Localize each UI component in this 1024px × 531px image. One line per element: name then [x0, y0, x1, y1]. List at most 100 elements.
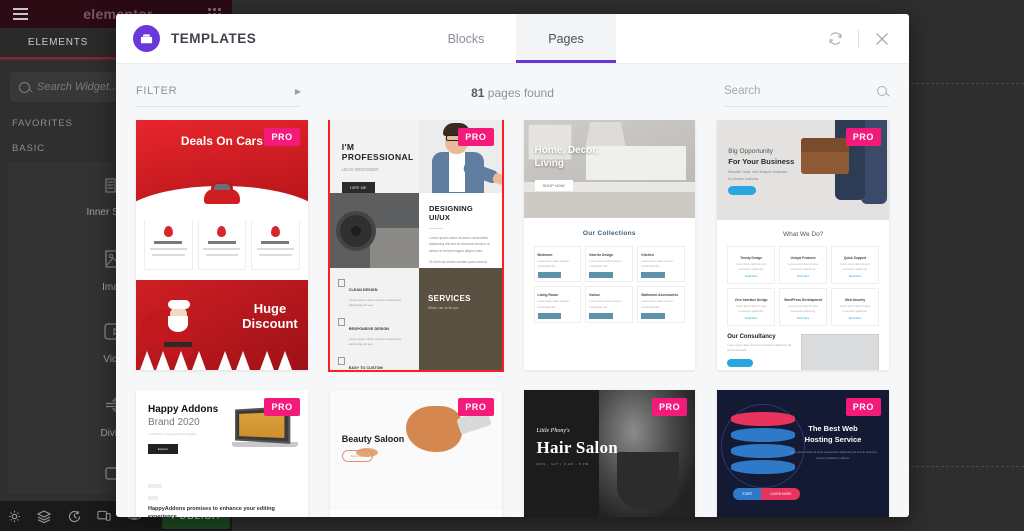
template-card-beauty-saloon[interactable]: PRO Beauty Saloon Book Now Skin CareLore…	[329, 390, 502, 517]
elementor-templates-logo-icon	[133, 25, 160, 52]
search-icon	[877, 86, 887, 96]
thumb-foot-button	[727, 358, 754, 367]
templates-grid: PRO Deals On Cars Huge Discount PRO I'M …	[136, 120, 889, 517]
collection-label: Kitchen	[641, 253, 654, 257]
service-cell: Zero Interface Design Lorem ipsum dolor s…	[727, 288, 776, 326]
widget-search-placeholder: Search Widget...	[37, 81, 119, 93]
tab-blocks[interactable]: Blocks	[416, 14, 516, 63]
thumb-caption: HappyAddons promises to enhance your edi…	[148, 506, 275, 517]
pro-badge: PRO	[845, 128, 881, 146]
drop-icon	[163, 226, 173, 237]
service-cell: Trendy Design Lorem ipsum dolor sit amet …	[727, 246, 776, 284]
modal-brand: TEMPLATES	[116, 25, 416, 52]
service-label: Quick Support	[844, 256, 867, 260]
screen-root: elementor ELEMENTS GLOBAL Search Widget.…	[0, 0, 1024, 531]
pro-badge: PRO	[458, 128, 494, 146]
thumb-hero-title-1: Home, Decor,	[534, 145, 599, 156]
car-illustration	[203, 181, 240, 204]
collection-label: Bathroom Accessories	[641, 293, 679, 298]
responsive-device-icon[interactable]	[96, 508, 112, 524]
thumb-hero-p: Beautiful, fresh, well designed template…	[728, 170, 788, 181]
template-card-happy-addons[interactable]: PRO Happy Addons Brand 2020 A collection…	[136, 390, 308, 517]
filter-label: FILTER	[136, 85, 178, 97]
check-icon	[337, 279, 345, 287]
modal-title: TEMPLATES	[171, 31, 257, 46]
thumb-services-sub: What I can do for you	[428, 306, 459, 310]
feature-label: RESPONSIVE DESIGN	[348, 326, 390, 331]
tab-elements[interactable]: ELEMENTS	[0, 28, 116, 59]
thumb-title: Beauty Saloon	[341, 434, 405, 444]
collection-label: Interior Design	[589, 253, 614, 257]
filter-bar: FILTER ▶ 81 pages found Search	[116, 64, 909, 120]
collection-label: Living Room	[537, 293, 559, 298]
tab-pages[interactable]: Pages	[516, 14, 616, 63]
thumb-title-2: Hosting Service	[804, 434, 862, 444]
consultancy-photo	[801, 334, 879, 370]
service-cell: Unique Features Lorem ipsum dolor sit ame…	[779, 246, 828, 284]
thumb-hero-title-1: Big Opportunity	[728, 148, 774, 155]
collection-cell: Indoor Lorem ipsum dolor sit amet consect…	[585, 286, 634, 323]
service-label: Unique Features	[790, 256, 816, 260]
service-cell: Web Security Lorem ipsum dolor sit amet c…	[831, 288, 879, 326]
navigator-layers-icon[interactable]	[36, 508, 52, 524]
drop-icon	[217, 226, 227, 237]
feature-card	[251, 218, 300, 270]
collection-cell: Interior Design Lorem ipsum dolor sit ame…	[585, 246, 634, 283]
thumb-hero-sub: UI/UX DESIGNER	[341, 167, 379, 172]
thumb-bottom-title-2: Discount	[242, 315, 298, 331]
template-card-hair-salon[interactable]: PRO Little Phony's Hair Salon MON - SAT …	[523, 390, 696, 517]
thumb-bottom-title-1: Huge	[253, 301, 287, 316]
template-card-home-decor-living[interactable]: Home, Decor, Living SHOP NOW Our Collect…	[523, 120, 696, 370]
thumb-hero-title-2: Living	[534, 158, 564, 169]
thumb-button-1: START	[733, 488, 762, 500]
feature-card	[144, 218, 193, 270]
thumb-hero-title-2: For Your Business	[728, 157, 795, 166]
template-search-input[interactable]: Search	[724, 85, 889, 107]
feature-label: CLEAN DESIGN	[348, 288, 378, 292]
thumb-script: Little Phony's	[536, 428, 570, 434]
search-icon	[19, 81, 30, 93]
check-icon	[337, 317, 345, 326]
feature-row: EASY TO CUSTOMLorem ipsum dolor sit amet…	[337, 356, 411, 370]
templates-modal: TEMPLATES Blocks Pages FILTER ▶ 81 pages…	[116, 14, 909, 517]
hamburger-menu-icon[interactable]	[6, 0, 34, 28]
template-card-deals-on-cars[interactable]: PRO Deals On Cars Huge Discount	[136, 120, 308, 370]
service-cell: Quick Support Lorem ipsum dolor sit amet …	[831, 246, 879, 284]
template-card-web-hosting[interactable]: PRO The Best Web Hosting Service Lorem i…	[717, 390, 889, 517]
pro-badge: PRO	[458, 398, 494, 416]
header-divider	[858, 29, 859, 48]
thumb-sub: MON - SAT | 9 AM - 8 PM	[536, 462, 590, 466]
feature-label: EASY TO CUSTOM	[348, 365, 383, 370]
thumb-button-2: LEARN MORE	[761, 488, 801, 500]
thumb-title-1: The Best Web	[808, 424, 858, 433]
template-card-big-opportunity[interactable]: PRO Big Opportunity For Your Business Be…	[717, 120, 889, 370]
history-clock-icon[interactable]	[66, 508, 82, 524]
close-icon[interactable]	[873, 30, 891, 48]
pro-badge: PRO	[264, 398, 300, 416]
trees-illustration	[136, 350, 308, 370]
thumb-button: Book Now	[341, 450, 374, 462]
template-card-im-professional[interactable]: PRO I'M PROFESSIONAL UI/UX DESIGNER HIRE…	[327, 120, 504, 372]
settings-gear-icon[interactable]	[6, 508, 22, 524]
filter-dropdown[interactable]: FILTER ▶	[136, 85, 301, 107]
thumb-hero-button: HIRE ME	[341, 182, 375, 193]
modal-tabs: Blocks Pages	[416, 14, 616, 63]
thumb-buttons: START LEARN MORE	[733, 488, 801, 500]
pro-badge: PRO	[264, 128, 300, 146]
feature-row: RESPONSIVE DESIGN Lorem ipsum dolor sit a…	[337, 317, 411, 348]
service-label: WordPress Development	[784, 298, 822, 302]
refresh-sync-icon[interactable]	[826, 30, 844, 48]
collection-cell: Bathroom Accessories Lorem ipsum dolor si…	[637, 286, 686, 323]
drop-icon	[270, 226, 280, 237]
thumb-hero-button: SHOP NOW	[534, 180, 573, 191]
thumb-services-title: SERVICES	[428, 294, 471, 303]
results-count-suffix: pages found	[484, 86, 554, 100]
service-cell: WordPress Development Lorem ipsum dolor s…	[779, 288, 828, 326]
collection-label: Bedroom	[537, 253, 553, 257]
collection-cell: Kitchen Lorem ipsum dolor sit amet consec…	[637, 246, 686, 283]
service-label: Zero Interface Design	[734, 298, 768, 302]
collection-cell: Living Room Lorem ipsum dolor sit amet co…	[533, 286, 582, 323]
results-count-number: 81	[471, 86, 485, 100]
templates-scroll-area[interactable]: PRO Deals On Cars Huge Discount PRO I'M …	[116, 120, 909, 517]
search-placeholder: Search	[724, 85, 761, 97]
